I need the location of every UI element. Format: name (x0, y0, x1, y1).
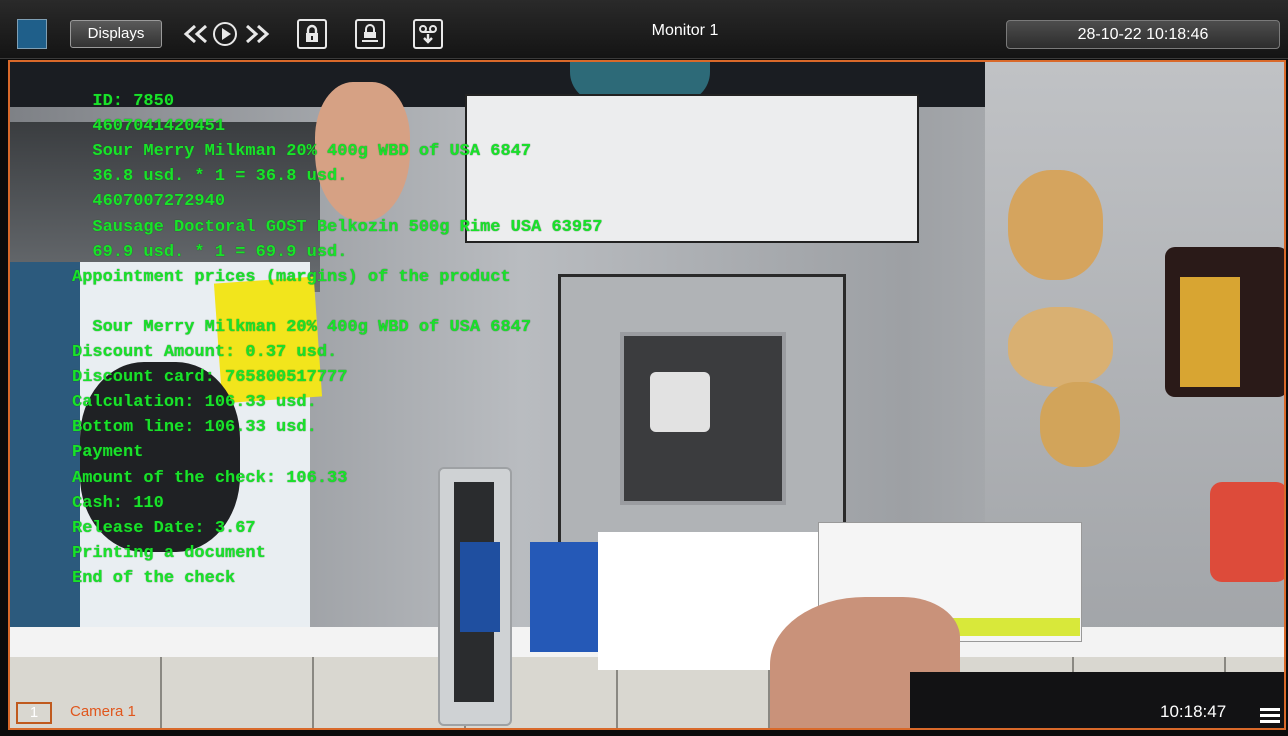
receipt-line: Calculation: 106.33 usd. (72, 393, 317, 413)
receipt-line: Printing a document (72, 543, 266, 563)
receipt-line: Appointment prices (margins) of the prod… (72, 267, 511, 287)
receipt-line: Sausage Doctoral GOST Belkozin 500g Rime… (72, 217, 603, 237)
camera-time: 10:18:47 (1160, 702, 1227, 721)
receipt-line: 69.9 usd. * 1 = 69.9 usd. (72, 242, 348, 262)
displays-button[interactable]: Displays (70, 20, 162, 48)
fast-forward-icon[interactable] (243, 19, 271, 49)
menu-icon[interactable] (1260, 708, 1280, 724)
layout-square-icon[interactable] (17, 19, 47, 49)
rewind-icon[interactable] (182, 19, 210, 49)
datetime-display: 28-10-22 10:18:46 (1006, 20, 1280, 49)
receipt-line: Cash: 110 (72, 493, 164, 513)
camera-name: Camera 1 (70, 703, 136, 720)
camera-view[interactable]: ID: 7850 4607041420451 Sour Merry Milkma… (8, 60, 1286, 730)
camera-number-badge[interactable]: 1 (16, 702, 52, 724)
receipt-line: End of the check (72, 568, 236, 588)
receipt-line: ID: 7850 (72, 92, 175, 111)
receipt-line: Discount Amount: 0.37 usd. (72, 343, 338, 362)
receipt-line: Discount card: 765800517777 (72, 368, 348, 388)
receipt-line: Amount of the check: 106.33 (72, 468, 348, 488)
receipt-line: 36.8 usd. * 1 = 36.8 usd. (72, 167, 348, 187)
receipt-line: Bottom line: 106.33 usd. (72, 418, 317, 438)
receipt-line: Sour Merry Milkman 20% 400g WBD of USA 6… (72, 142, 532, 162)
lock-icon[interactable] (297, 19, 327, 49)
play-icon[interactable] (210, 19, 240, 49)
receipt-line: 4607041420451 (72, 117, 226, 137)
receipt-line: Payment (72, 443, 144, 463)
tape-download-icon[interactable] (413, 19, 443, 49)
receipt-line: Release Date: 3.67 (72, 518, 256, 538)
receipt-line: 4607007272940 (72, 192, 226, 212)
top-toolbar: Displays Monitor 1 28-10-22 10:18:46 (0, 0, 1288, 59)
print-lock-icon[interactable] (355, 19, 385, 49)
monitor-title: Monitor 1 (651, 22, 719, 39)
receipt-line: Sour Merry Milkman 20% 400g WBD of USA 6… (72, 317, 532, 337)
